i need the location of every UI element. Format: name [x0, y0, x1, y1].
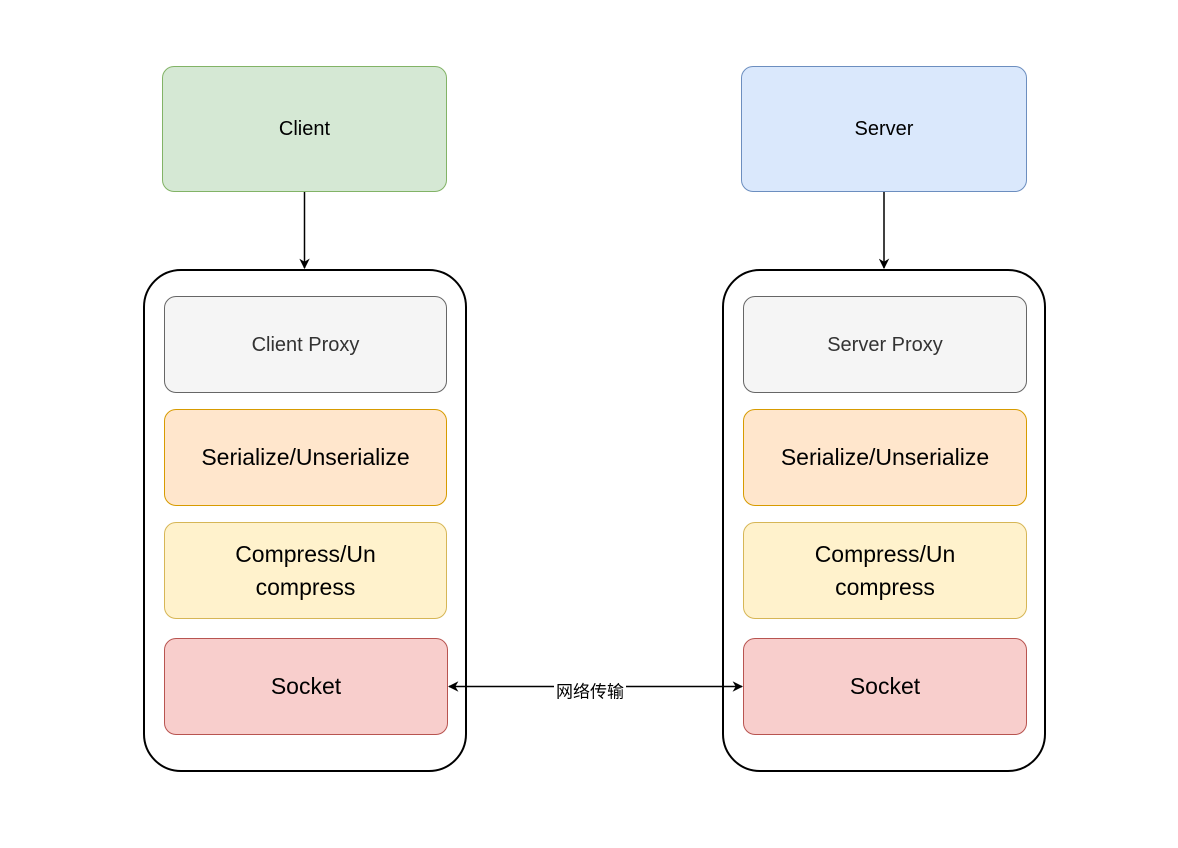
- network-transfer-label: 网络传输: [554, 677, 626, 703]
- edges-layer: [299, 192, 890, 692]
